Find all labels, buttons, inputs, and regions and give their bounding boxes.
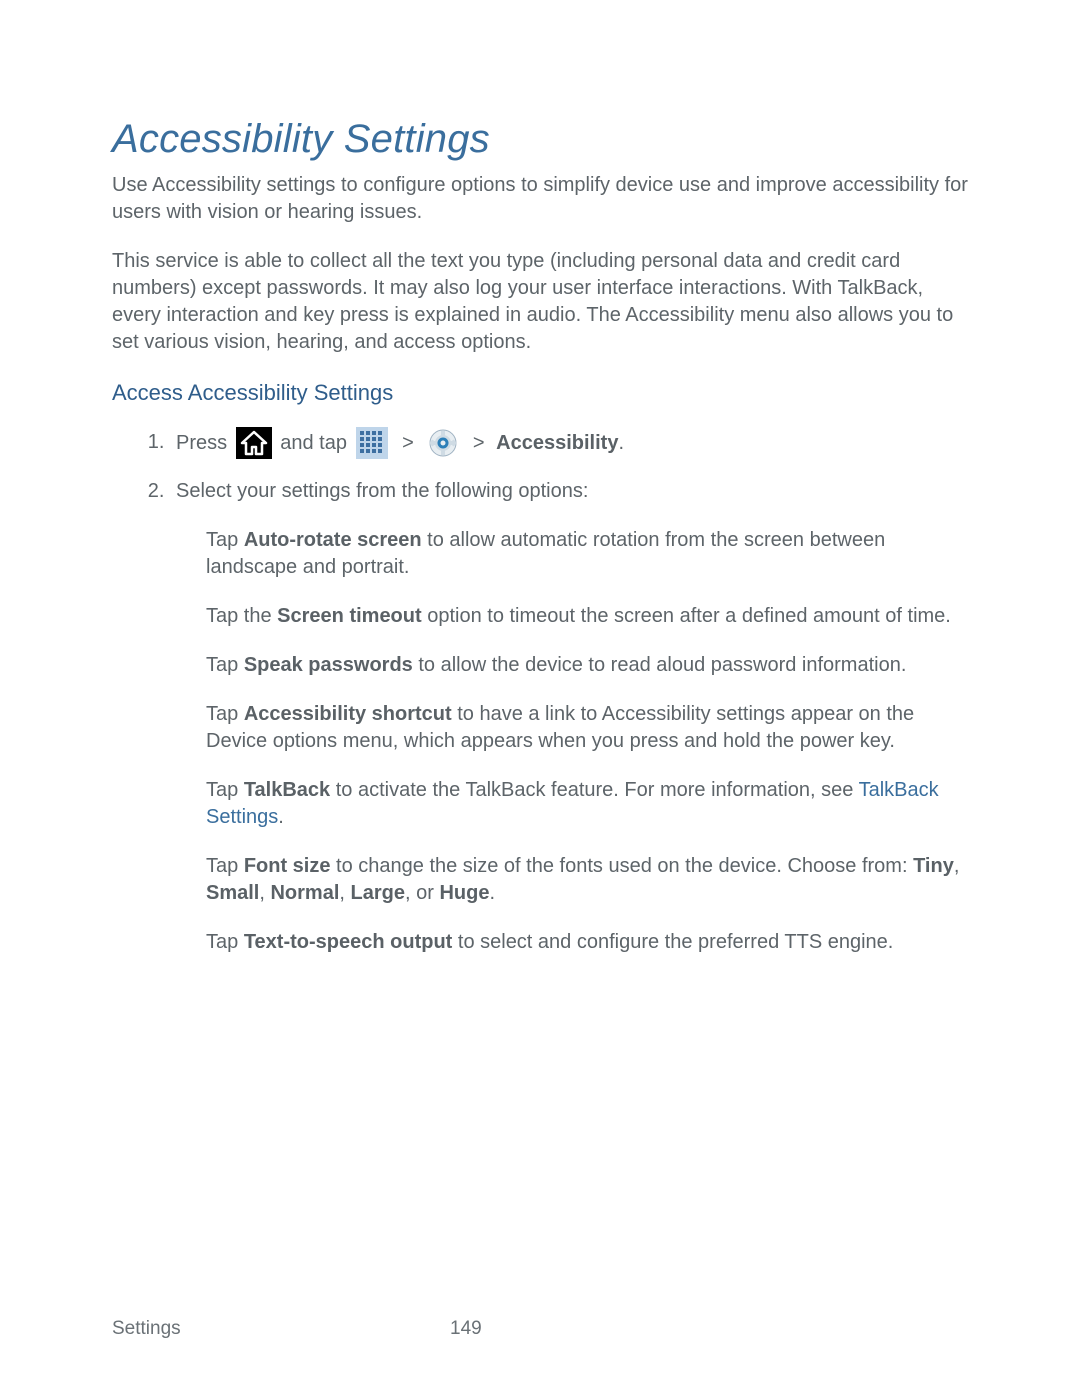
option-font-size: Tap Font size to change the size of the …: [206, 853, 968, 907]
opt2-pre: Tap the: [206, 605, 277, 627]
options-list: Tap Auto-rotate screen to allow automati…: [176, 527, 968, 956]
breadcrumb-sep-1: >: [402, 432, 414, 454]
opt6-post: .: [489, 882, 495, 904]
opt3-pre: Tap: [206, 654, 244, 676]
option-tts: Tap Text-to-speech output to select and …: [206, 929, 968, 956]
opt6-pre: Tap: [206, 855, 244, 877]
opt6-c2: ,: [259, 882, 270, 904]
opt2-post: option to timeout the screen after a def…: [422, 605, 951, 627]
step-1-press: Press: [176, 432, 233, 454]
opt6-mid: to change the size of the fonts used on …: [330, 855, 913, 877]
opt1-pre: Tap: [206, 529, 244, 551]
opt7-pre: Tap: [206, 931, 244, 953]
step-1-and-tap: and tap: [280, 432, 352, 454]
option-screen-timeout: Tap the Screen timeout option to timeout…: [206, 603, 968, 630]
settings-gear-icon: [428, 428, 458, 458]
opt4-pre: Tap: [206, 703, 244, 725]
opt6-b2: Small: [206, 882, 259, 904]
opt5-post: .: [278, 806, 284, 828]
opt6-c4: , or: [405, 882, 439, 904]
steps-list: Press and tap >: [112, 426, 968, 956]
home-icon: [236, 427, 272, 459]
opt6-c3: ,: [339, 882, 350, 904]
opt7-post: to select and configure the preferred TT…: [452, 931, 893, 953]
opt6-b3: Normal: [270, 882, 339, 904]
opt6-b1: Tiny: [913, 855, 954, 877]
opt3-post: to allow the device to read aloud passwo…: [413, 654, 907, 676]
opt6-b5: Huge: [439, 882, 489, 904]
section-heading-access: Access Accessibility Settings: [112, 378, 968, 408]
opt1-bold: Auto-rotate screen: [244, 529, 422, 551]
opt3-bold: Speak passwords: [244, 654, 413, 676]
option-accessibility-shortcut: Tap Accessibility shortcut to have a lin…: [206, 701, 968, 755]
intro-paragraph-2: This service is able to collect all the …: [112, 248, 968, 356]
step-2: Select your settings from the following …: [170, 478, 968, 956]
opt6-b4: Large: [351, 882, 405, 904]
step-1-period: .: [618, 432, 624, 454]
footer-page-number: 149: [450, 1316, 482, 1342]
step-2-text: Select your settings from the following …: [176, 480, 588, 502]
page-footer: Settings 149: [112, 1316, 968, 1342]
option-speak-passwords: Tap Speak passwords to allow the device …: [206, 652, 968, 679]
step-1: Press and tap >: [170, 426, 968, 460]
opt7-bold: Text-to-speech output: [244, 931, 453, 953]
opt4-bold: Accessibility shortcut: [244, 703, 452, 725]
apps-icon: [356, 427, 388, 459]
footer-section-name: Settings: [112, 1318, 181, 1339]
page-title: Accessibility Settings: [112, 112, 968, 166]
opt6-c1: ,: [954, 855, 960, 877]
opt5-pre: Tap: [206, 779, 244, 801]
accessibility-label: Accessibility: [496, 432, 618, 454]
option-auto-rotate: Tap Auto-rotate screen to allow automati…: [206, 527, 968, 581]
opt2-bold: Screen timeout: [277, 605, 421, 627]
opt6-bold: Font size: [244, 855, 331, 877]
intro-paragraph-1: Use Accessibility settings to configure …: [112, 172, 968, 226]
opt5-bold: TalkBack: [244, 779, 330, 801]
option-talkback: Tap TalkBack to activate the TalkBack fe…: [206, 777, 968, 831]
breadcrumb-sep-2: >: [473, 432, 485, 454]
page-content: Accessibility Settings Use Accessibility…: [112, 112, 968, 978]
opt5-mid: to activate the TalkBack feature. For mo…: [330, 779, 858, 801]
